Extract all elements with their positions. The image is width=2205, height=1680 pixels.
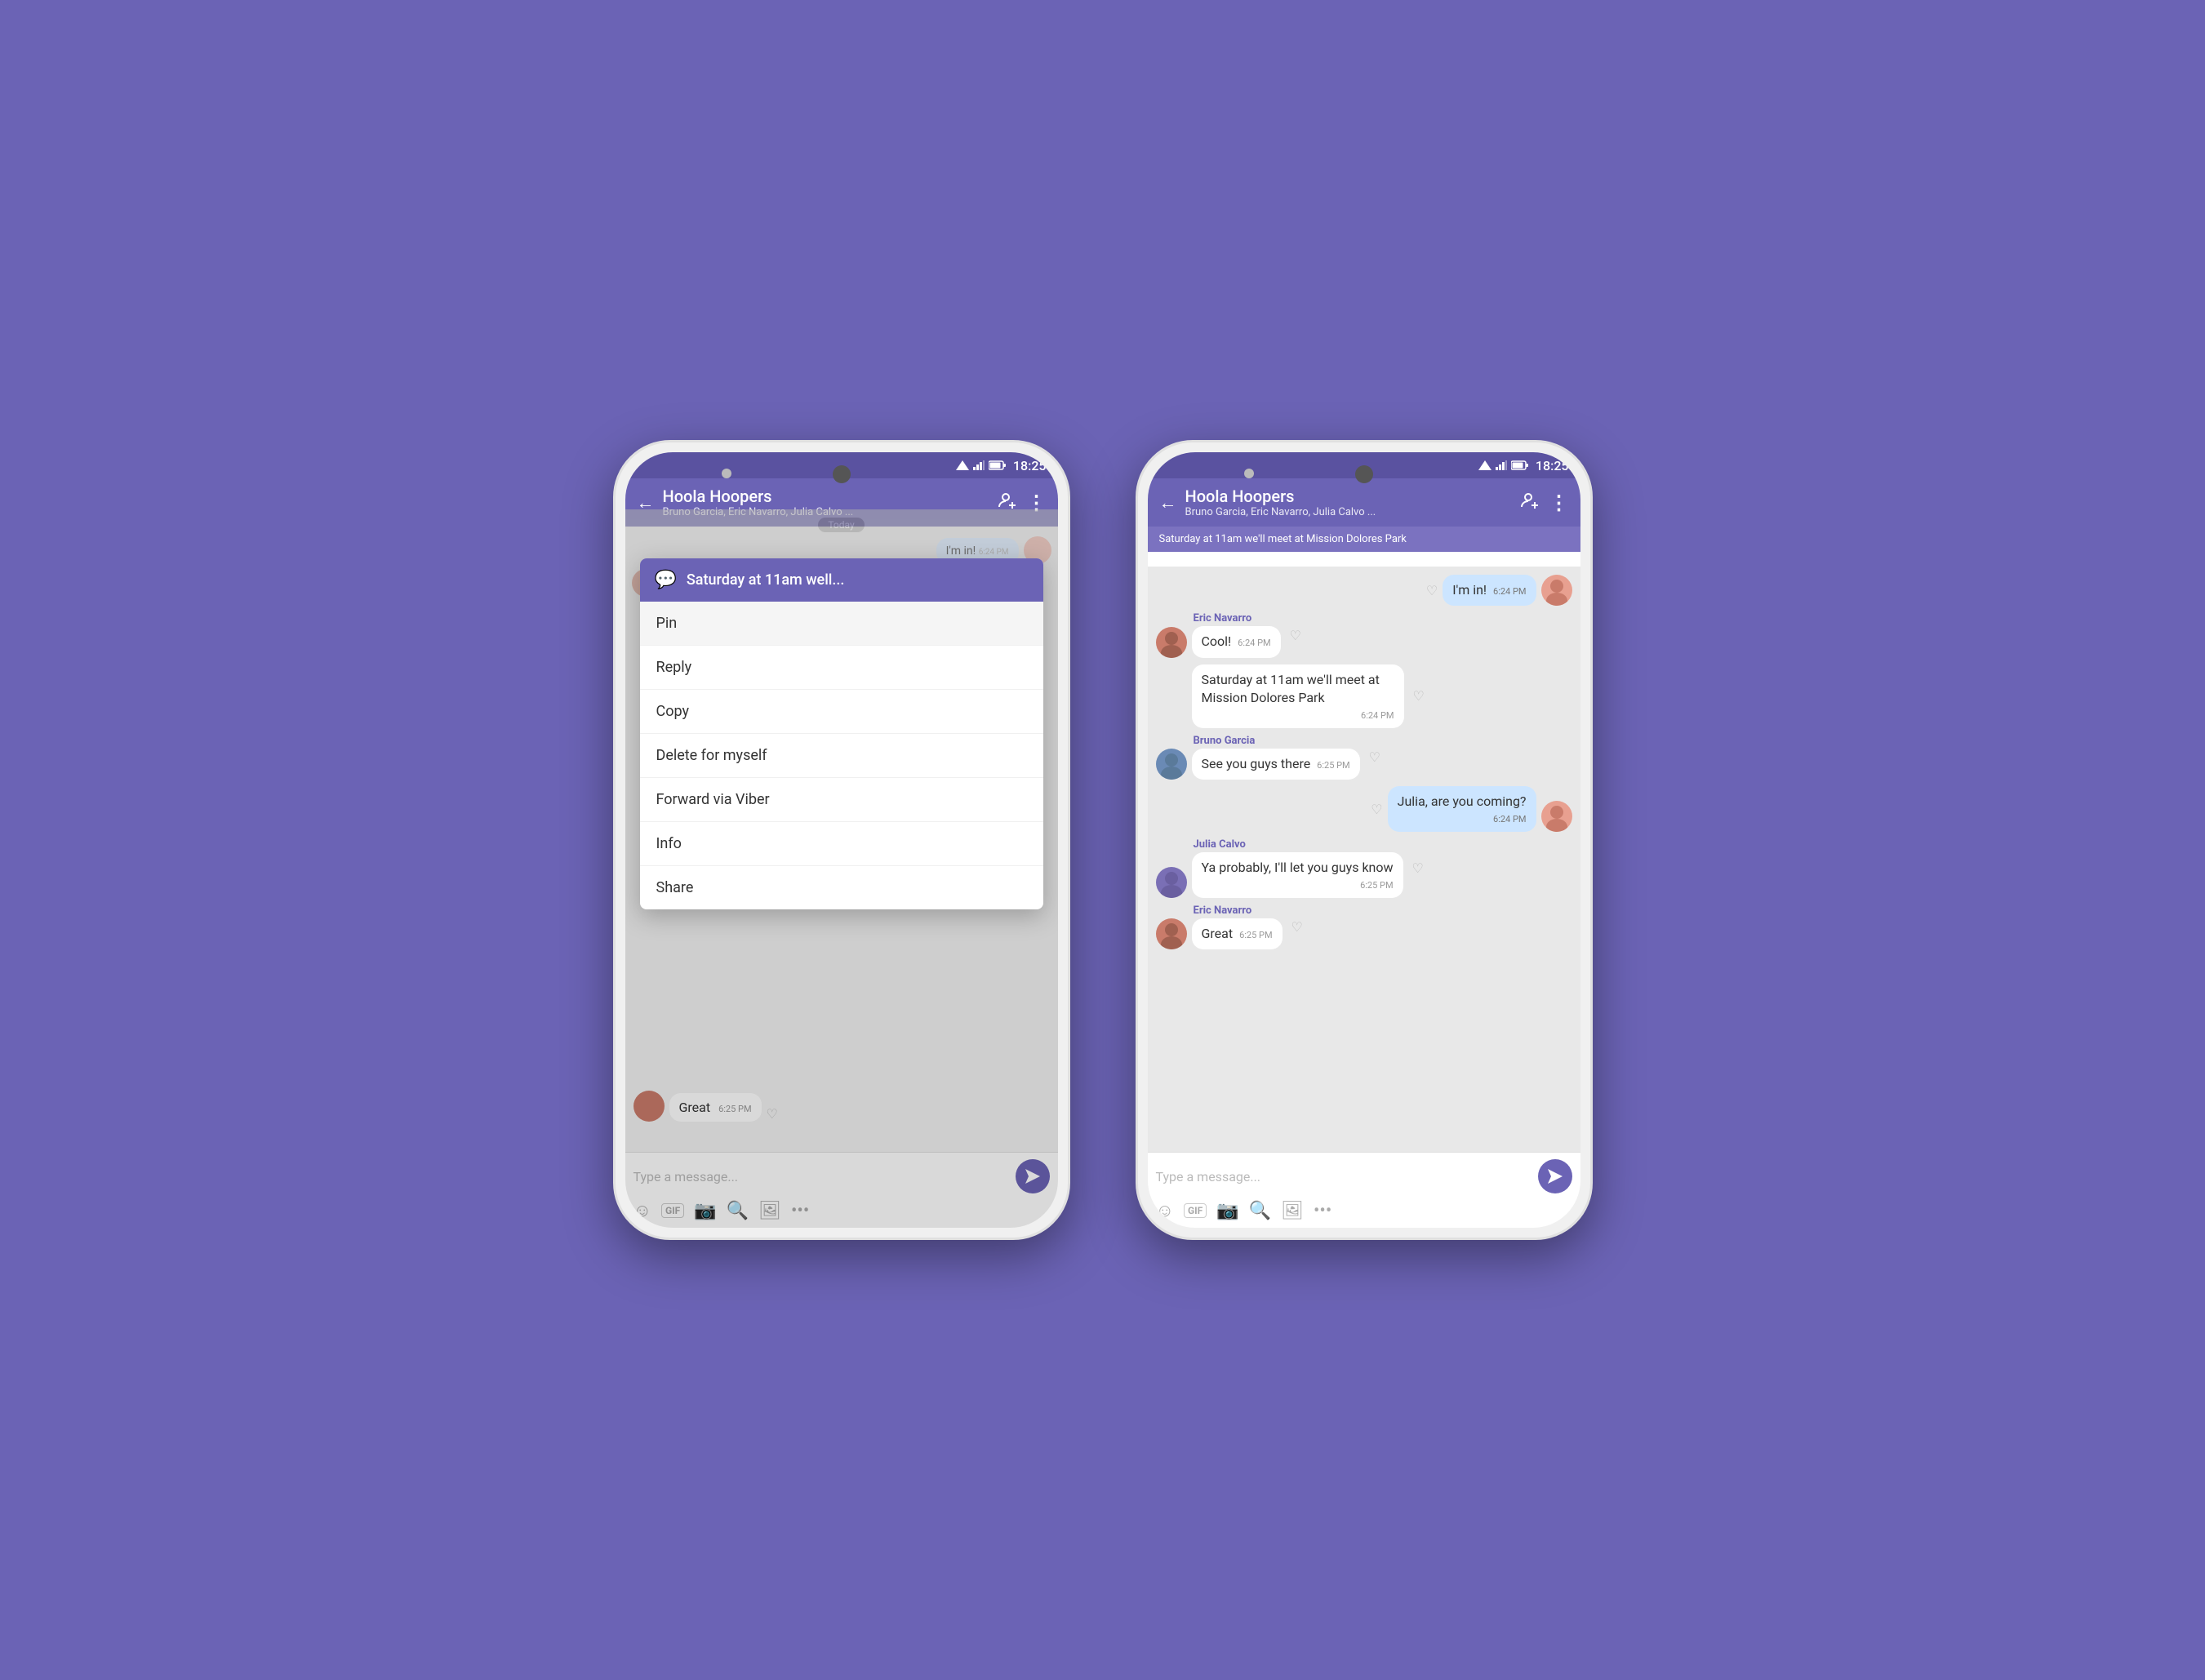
context-item-delete[interactable]: Delete for myself bbox=[640, 734, 1043, 778]
chat-area-right: ♡ I'm in! 6:24 PM bbox=[1148, 567, 1580, 1228]
bubble-6: Ya probably, I'll let you guys know 6:25… bbox=[1192, 852, 1403, 898]
header-title-right: Hoola Hoopers bbox=[1185, 487, 1512, 506]
phone-left: 18:25 ← Hoola Hoopers Bruno Garcia, Eric… bbox=[613, 440, 1070, 1240]
phone-inner-right: 18:25 ← Hoola Hoopers Bruno Garcia, Eric… bbox=[1148, 452, 1580, 1228]
avatar-eric-2 bbox=[1156, 918, 1187, 949]
bubble-wrap-2: Eric Navarro Cool! 6:24 PM bbox=[1192, 612, 1281, 657]
pinned-banner[interactable]: Saturday at 11am we'll meet at Mission D… bbox=[1148, 527, 1580, 552]
back-button-right[interactable]: ← bbox=[1159, 492, 1177, 513]
small-dot-right bbox=[1244, 469, 1254, 478]
table-row: Bruno Garcia See you guys there 6:25 PM … bbox=[1156, 735, 1572, 780]
avatar-outgoing-2 bbox=[1541, 801, 1572, 832]
status-time-right: 18:25 bbox=[1536, 458, 1569, 473]
table-row: Eric Navarro Cool! 6:24 PM ♡ bbox=[1156, 612, 1572, 657]
context-item-info[interactable]: Info bbox=[640, 822, 1043, 866]
bubble-sender-7: Eric Navarro bbox=[1192, 904, 1283, 917]
bubble-5: Julia, are you coming? 6:24 PM bbox=[1388, 786, 1536, 832]
context-overlay-left: 💬 Saturday at 11am well... Pin Reply Cop… bbox=[625, 509, 1058, 1228]
more-options-icon-right[interactable]: ⋮ bbox=[1549, 491, 1569, 514]
avatar-bruno-1 bbox=[1156, 749, 1187, 780]
bubble-wrap-3: Saturday at 11am we'll meet at Mission D… bbox=[1192, 664, 1404, 728]
bubble-4: See you guys there 6:25 PM bbox=[1192, 749, 1360, 780]
header-info-right: Hoola Hoopers Bruno Garcia, Eric Navarro… bbox=[1185, 487, 1512, 518]
like-icon-7[interactable]: ♡ bbox=[1291, 919, 1303, 935]
table-row: Julia Calvo Ya probably, I'll let you gu… bbox=[1156, 838, 1572, 898]
status-icons-left bbox=[956, 460, 1007, 470]
header-subtitle-right: Bruno Garcia, Eric Navarro, Julia Calvo … bbox=[1185, 506, 1512, 518]
bubble-wrap-6: Julia Calvo Ya probably, I'll let you gu… bbox=[1192, 838, 1403, 898]
messages-list-right: ♡ I'm in! 6:24 PM bbox=[1148, 567, 1580, 1152]
status-icons-right bbox=[1478, 460, 1529, 470]
more-icon-right[interactable]: ••• bbox=[1314, 1201, 1331, 1221]
context-item-share[interactable]: Share bbox=[640, 866, 1043, 909]
input-row-right: Type a message... bbox=[1156, 1159, 1572, 1193]
gif-icon-right[interactable]: GIF bbox=[1184, 1203, 1207, 1218]
camera-icon-right[interactable]: 📷 bbox=[1216, 1201, 1238, 1221]
input-area-right: Type a message... ☺ GIF 📷 🔍 🖼 ••• bbox=[1148, 1152, 1580, 1228]
camera-left bbox=[833, 465, 851, 483]
table-row: Saturday at 11am we'll meet at Mission D… bbox=[1156, 664, 1572, 728]
small-dot-left bbox=[722, 469, 731, 478]
context-item-copy[interactable]: Copy bbox=[640, 690, 1043, 734]
emoji-icon-right[interactable]: ☺ bbox=[1156, 1200, 1174, 1221]
bubble-sender-4: Bruno Garcia bbox=[1192, 735, 1360, 747]
add-participant-icon-right[interactable] bbox=[1520, 491, 1540, 514]
like-icon-6[interactable]: ♡ bbox=[1412, 860, 1424, 876]
header-title-left: Hoola Hoopers bbox=[663, 487, 989, 506]
context-item-forward[interactable]: Forward via Viber bbox=[640, 778, 1043, 822]
phone-inner-left: 18:25 ← Hoola Hoopers Bruno Garcia, Eric… bbox=[625, 452, 1058, 1228]
bubble-wrap-7: Eric Navarro Great 6:25 PM bbox=[1192, 904, 1283, 949]
context-header-text: Saturday at 11am well... bbox=[687, 571, 844, 589]
context-menu-header: 💬 Saturday at 11am well... bbox=[640, 558, 1043, 602]
camera-right bbox=[1355, 465, 1373, 483]
bubble-3: Saturday at 11am we'll meet at Mission D… bbox=[1192, 664, 1404, 728]
context-menu-left: 💬 Saturday at 11am well... Pin Reply Cop… bbox=[640, 558, 1043, 909]
table-row: ♡ I'm in! 6:24 PM bbox=[1156, 575, 1572, 606]
like-icon-5[interactable]: ♡ bbox=[1371, 802, 1382, 817]
bubble-1: I'm in! 6:24 PM bbox=[1443, 575, 1536, 606]
like-icon-1[interactable]: ♡ bbox=[1426, 583, 1438, 598]
bubble-7: Great 6:25 PM bbox=[1192, 918, 1283, 949]
bubble-wrap-5: Julia, are you coming? 6:24 PM bbox=[1388, 786, 1536, 832]
bubble-2: Cool! 6:24 PM bbox=[1192, 626, 1281, 657]
bubble-wrap-1: I'm in! 6:24 PM bbox=[1443, 575, 1536, 606]
table-row: Eric Navarro Great 6:25 PM ♡ bbox=[1156, 904, 1572, 949]
avatar-outgoing-1 bbox=[1541, 575, 1572, 606]
status-time-left: 18:25 bbox=[1013, 458, 1047, 473]
context-message-icon: 💬 bbox=[655, 570, 677, 590]
like-icon-4[interactable]: ♡ bbox=[1369, 749, 1380, 765]
like-icon-3[interactable]: ♡ bbox=[1413, 688, 1425, 704]
toolbar-right: ☺ GIF 📷 🔍 🖼 ••• bbox=[1156, 1200, 1572, 1221]
search-image-icon-right[interactable]: 🔍 bbox=[1249, 1201, 1271, 1221]
avatar-eric-1 bbox=[1156, 627, 1187, 658]
header-icons-right: ⋮ bbox=[1520, 491, 1569, 514]
image-icon-right[interactable]: 🖼 bbox=[1281, 1201, 1304, 1221]
bubble-sender-2: Eric Navarro bbox=[1192, 612, 1281, 624]
chat-header-right: ← Hoola Hoopers Bruno Garcia, Eric Navar… bbox=[1148, 478, 1580, 527]
table-row: ♡ Julia, are you coming? 6:24 PM bbox=[1156, 786, 1572, 832]
like-icon-2[interactable]: ♡ bbox=[1290, 628, 1301, 643]
avatar-julia-1 bbox=[1156, 867, 1187, 898]
phone-right: 18:25 ← Hoola Hoopers Bruno Garcia, Eric… bbox=[1136, 440, 1593, 1240]
send-button-right[interactable] bbox=[1538, 1159, 1572, 1193]
bubble-sender-6: Julia Calvo bbox=[1192, 838, 1403, 851]
bubble-wrap-4: Bruno Garcia See you guys there 6:25 PM bbox=[1192, 735, 1360, 780]
context-item-reply[interactable]: Reply bbox=[640, 646, 1043, 690]
context-item-pin[interactable]: Pin bbox=[640, 602, 1043, 646]
message-input-right[interactable]: Type a message... bbox=[1156, 1169, 1531, 1184]
